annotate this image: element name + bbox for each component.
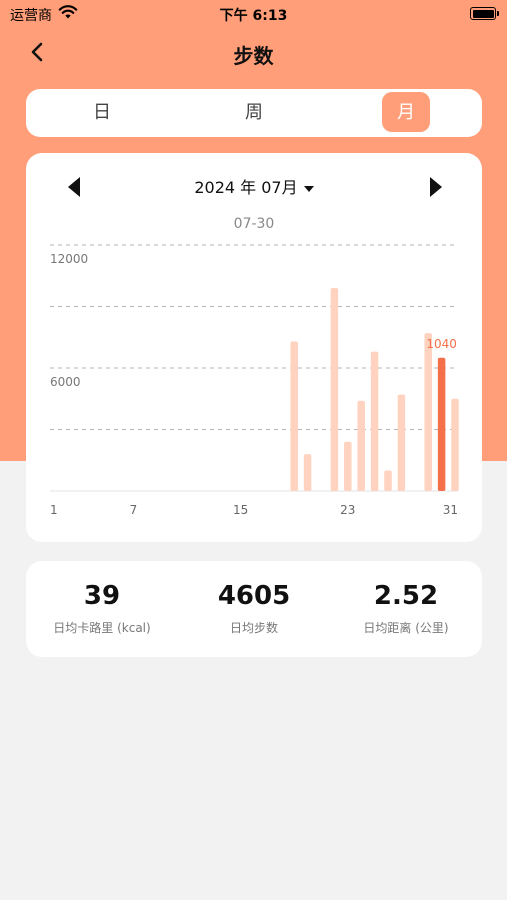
- distance-label: 日均距离 (公里): [363, 621, 449, 635]
- day-bar: [303, 454, 312, 491]
- y-tick-label: 6000: [50, 375, 81, 389]
- distance-value: 2.52: [373, 581, 439, 611]
- status-bar: 运营商 下午 6:13: [0, 0, 507, 28]
- steps-label: 日均步数: [229, 621, 278, 635]
- page-title: 步数: [233, 44, 274, 68]
- day-bar: [370, 351, 379, 491]
- x-tick-label: 15: [233, 503, 248, 517]
- x-tick-label: 1: [50, 503, 58, 517]
- day-bar: [357, 400, 365, 491]
- calories-stat: 39 日均卡路里 (kcal): [26, 561, 178, 636]
- day-bar: [424, 333, 432, 491]
- day-bar: [384, 470, 392, 491]
- selected-day-bar: [437, 357, 446, 491]
- steps-bar-chart: 6000 12000 1040 1 7 15 23 31: [50, 244, 459, 517]
- status-time: 下午 6:13: [219, 8, 288, 24]
- calories-label: 日均卡路里 (kcal): [53, 621, 151, 635]
- distance-stat: 2.52 日均距离 (公里): [330, 561, 482, 636]
- x-tick-label: 31: [443, 503, 458, 517]
- tab-week[interactable]: 周: [216, 89, 292, 137]
- calories-value: 39: [83, 581, 121, 611]
- day-bar: [290, 341, 298, 491]
- x-tick-label: 7: [130, 503, 138, 517]
- selected-value-label: 1040: [426, 337, 457, 351]
- x-tick-label: 23: [340, 503, 355, 517]
- tab-month[interactable]: 月: [382, 89, 430, 137]
- y-tick-label: 12000: [50, 252, 88, 266]
- period-segmented-control: 日 周 月: [26, 89, 482, 137]
- day-bar: [451, 398, 459, 491]
- steps-chart-card: 2024 年 07月 07-30 6000 12000 1040 1 7 15 23 31: [26, 153, 482, 542]
- steps-value: 4605: [217, 581, 291, 611]
- day-bar: [344, 441, 352, 491]
- daily-average-stats: 39 日均卡路里 (kcal) 4605 日均步数 2.52 日均距离 (公里): [26, 561, 482, 657]
- tab-day[interactable]: 日: [64, 89, 140, 137]
- battery-icon: [470, 7, 499, 20]
- nav-bar: 步数: [0, 36, 507, 70]
- day-bar: [397, 394, 406, 491]
- day-bar: [330, 288, 339, 491]
- steps-stat: 4605 日均步数: [178, 561, 330, 636]
